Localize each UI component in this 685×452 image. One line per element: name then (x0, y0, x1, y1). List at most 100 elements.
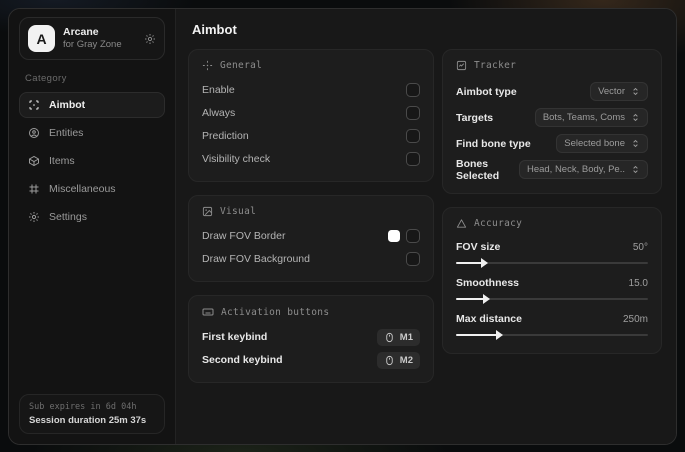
keybind-value: M1 (399, 331, 413, 343)
setting-label: Enable (202, 84, 235, 96)
slider-thumb[interactable] (480, 258, 488, 268)
setting-row: Visibility check (202, 148, 420, 170)
select-value: Bots, Teams, Coms (542, 112, 625, 123)
slider-row: Smoothness 15.0 (456, 273, 648, 304)
bones-selected-select[interactable]: Head, Neck, Body, Pe.. (518, 160, 648, 179)
max-distance-value: 250m (622, 313, 648, 325)
triangle-icon (456, 218, 467, 229)
sidebar-item-entities[interactable]: Entities (19, 120, 165, 146)
sidebar-item-label: Aimbot (49, 99, 86, 111)
draw-fov-border-checkbox[interactable] (406, 229, 420, 243)
keyboard-icon (202, 306, 214, 318)
sidebar-item-miscellaneous[interactable]: Miscellaneous (19, 176, 165, 202)
targets-select[interactable]: Bots, Teams, Coms (534, 108, 648, 127)
arcane-logo: A (28, 25, 55, 52)
slider-thumb[interactable] (496, 330, 504, 340)
fov-border-color-swatch[interactable] (388, 230, 400, 242)
page-title: Aimbot (192, 22, 237, 37)
image-icon (202, 206, 213, 217)
setting-row: Prediction (202, 125, 420, 147)
chevron-up-down-icon (631, 87, 640, 96)
mouse-icon (384, 332, 395, 343)
max-distance-slider[interactable] (456, 330, 648, 340)
sidebar-item-aimbot[interactable]: Aimbot (19, 92, 165, 118)
brand-card: A Arcane for Gray Zone (19, 17, 165, 60)
select-value: Head, Neck, Body, Pe.. (526, 164, 625, 175)
aimbot-type-select[interactable]: Vector (590, 82, 648, 101)
brand-text: Arcane for Gray Zone (63, 26, 136, 51)
slider-fill (456, 298, 485, 300)
setting-label: Aimbot type (456, 85, 517, 98)
slider-row: Max distance 250m (456, 309, 648, 340)
visual-card-header: Visual (202, 206, 420, 217)
slider-row: FOV size 50° (456, 237, 648, 268)
brand-name: Arcane (63, 26, 99, 38)
sidebar-item-label: Entities (49, 127, 84, 139)
select-value: Selected bone (564, 138, 625, 149)
sidebar-nav: Aimbot Entities Items Miscellaneous Sett… (19, 92, 165, 230)
setting-label: Bones Selected (456, 157, 500, 182)
enable-checkbox[interactable] (406, 83, 420, 97)
subscription-card: Sub expires in 6d 04h Session duration 2… (19, 394, 165, 434)
slider-fill (456, 262, 483, 264)
activation-card-header: Activation buttons (202, 306, 420, 318)
sidebar-item-label: Items (49, 155, 75, 167)
accuracy-card-header: Accuracy (456, 218, 648, 229)
setting-label: First keybind (202, 331, 268, 343)
setting-row: Draw FOV Border (202, 225, 420, 247)
second-keybind-button[interactable]: M2 (376, 351, 420, 369)
sidebar-item-label: Miscellaneous (49, 183, 116, 195)
setting-row: Bones Selected Head, Neck, Body, Pe.. (456, 157, 648, 182)
first-keybind-button[interactable]: M1 (376, 328, 420, 346)
column-left: General Enable Always Prediction Visibil… (188, 49, 434, 383)
content: General Enable Always Prediction Visibil… (176, 47, 676, 397)
tracker-card: Tracker Aimbot type Vector Targets Bots,… (442, 49, 662, 194)
grid-icon (28, 183, 40, 195)
tracker-card-header: Tracker (456, 60, 648, 71)
visibility-check-checkbox[interactable] (406, 152, 420, 166)
setting-row: Always (202, 102, 420, 124)
slider-thumb[interactable] (482, 294, 490, 304)
session-duration-text: Session duration 25m 37s (29, 415, 147, 426)
setting-row: Second keybind M2 (202, 349, 420, 371)
smoothness-slider[interactable] (456, 294, 648, 304)
entities-icon (28, 127, 40, 139)
setting-label: Max distance (456, 313, 522, 325)
chevron-up-down-icon (631, 113, 640, 122)
fov-size-slider[interactable] (456, 258, 648, 268)
accuracy-card: Accuracy FOV size 50° Smoothness 15.0 Ma… (442, 207, 662, 354)
always-checkbox[interactable] (406, 106, 420, 120)
chevron-up-down-icon (631, 165, 640, 174)
setting-label: Prediction (202, 130, 249, 142)
setting-label: Second keybind (202, 354, 283, 366)
gear-icon[interactable] (144, 33, 156, 45)
sidebar-item-items[interactable]: Items (19, 148, 165, 174)
main-panel: Aimbot General Enable Always Prediction … (176, 9, 676, 444)
mouse-icon (384, 355, 395, 366)
app-window: A Arcane for Gray Zone Category Aimbot E… (8, 8, 677, 445)
find-bone-type-select[interactable]: Selected bone (556, 134, 648, 153)
prediction-checkbox[interactable] (406, 129, 420, 143)
crosshair-icon (202, 60, 213, 71)
setting-label: Always (202, 107, 236, 119)
card-title: General (220, 60, 263, 71)
category-label: Category (25, 73, 67, 84)
keybind-value: M2 (399, 354, 413, 366)
gear-icon (28, 211, 40, 223)
slider-fill (456, 334, 499, 336)
general-card: General Enable Always Prediction Visibil… (188, 49, 434, 182)
main-header: Aimbot (176, 9, 676, 47)
box-icon (28, 155, 40, 167)
draw-fov-background-checkbox[interactable] (406, 252, 420, 266)
sidebar: A Arcane for Gray Zone Category Aimbot E… (9, 9, 176, 444)
select-value: Vector (598, 86, 625, 97)
setting-row: Enable (202, 79, 420, 101)
card-title: Activation buttons (221, 306, 330, 318)
sidebar-item-settings[interactable]: Settings (19, 204, 165, 230)
fov-size-value: 50° (632, 241, 648, 253)
chevron-up-down-icon (631, 139, 640, 148)
smoothness-value: 15.0 (628, 277, 648, 289)
card-title: Tracker (474, 60, 517, 71)
setting-row: Aimbot type Vector (456, 79, 648, 104)
setting-label: Visibility check (202, 153, 271, 165)
